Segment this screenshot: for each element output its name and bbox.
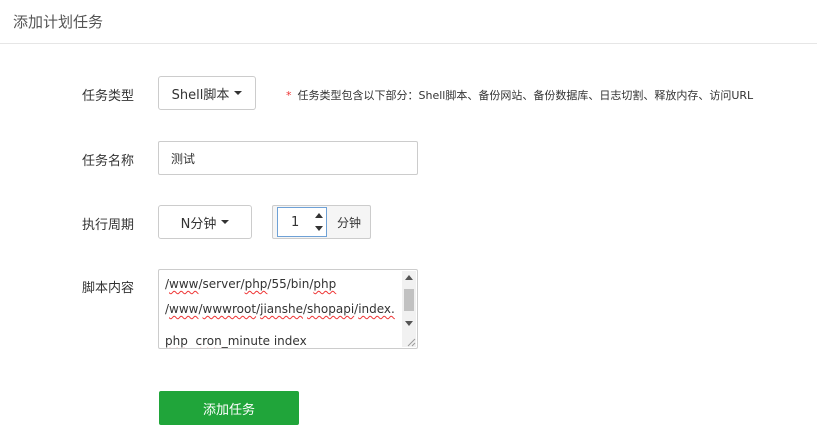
period-label: 执行周期 [82,218,135,233]
resize-grip-icon[interactable] [406,337,416,347]
scroll-thumb[interactable] [404,289,414,311]
script-label: 脚本内容 [82,281,135,296]
spin-up-icon[interactable] [312,209,325,222]
scroll-down-icon[interactable] [405,321,413,326]
spin-down-icon[interactable] [312,222,325,235]
minute-stepper-group: 1 分钟 [272,205,371,239]
task-name-input[interactable]: 测试 [158,141,418,175]
script-textarea[interactable]: /www/server/php/55/bin/php /www/wwwroot/… [158,269,418,349]
required-star: * [286,89,292,102]
minute-stepper[interactable]: 1 [277,207,327,237]
add-task-label: 添加任务 [202,402,255,418]
script-content-3: php cron_minute index [165,331,397,348]
scroll-up-icon[interactable] [405,275,413,280]
task-type-dropdown[interactable]: Shell脚本 [158,76,256,110]
period-dropdown[interactable]: N分钟 [158,205,252,239]
task-name-value: 测试 [171,151,196,166]
minute-value: 1 [291,215,300,230]
script-line: /www/wwwroot/jianshe/shopapi/index. [165,302,395,316]
script-line: php cron_minute index [165,334,307,348]
task-type-hint: * 任务类型包含以下部分：Shell脚本、备份网站、备份数据库、日志切割、释放内存… [286,87,753,103]
caret-down-icon [234,91,243,95]
period-value: N分钟 [180,216,217,232]
add-task-button[interactable]: 添加任务 [159,391,299,425]
task-type-label: 任务类型 [82,89,135,104]
minute-unit: 分钟 [337,216,362,230]
page-header: 添加计划任务 [0,0,817,44]
script-line: /www/server/php/55/bin/php [165,277,337,291]
textarea-scrollbar[interactable] [402,271,416,347]
page-title: 添加计划任务 [13,13,104,31]
script-content-2: /www/wwwroot/jianshe/shopapi/index. [165,299,397,320]
task-type-value: Shell脚本 [171,87,230,103]
task-name-label: 任务名称 [82,154,135,169]
task-type-hint-text: 任务类型包含以下部分：Shell脚本、备份网站、备份数据库、日志切割、释放内存、… [297,89,754,102]
caret-down-icon [221,220,230,224]
